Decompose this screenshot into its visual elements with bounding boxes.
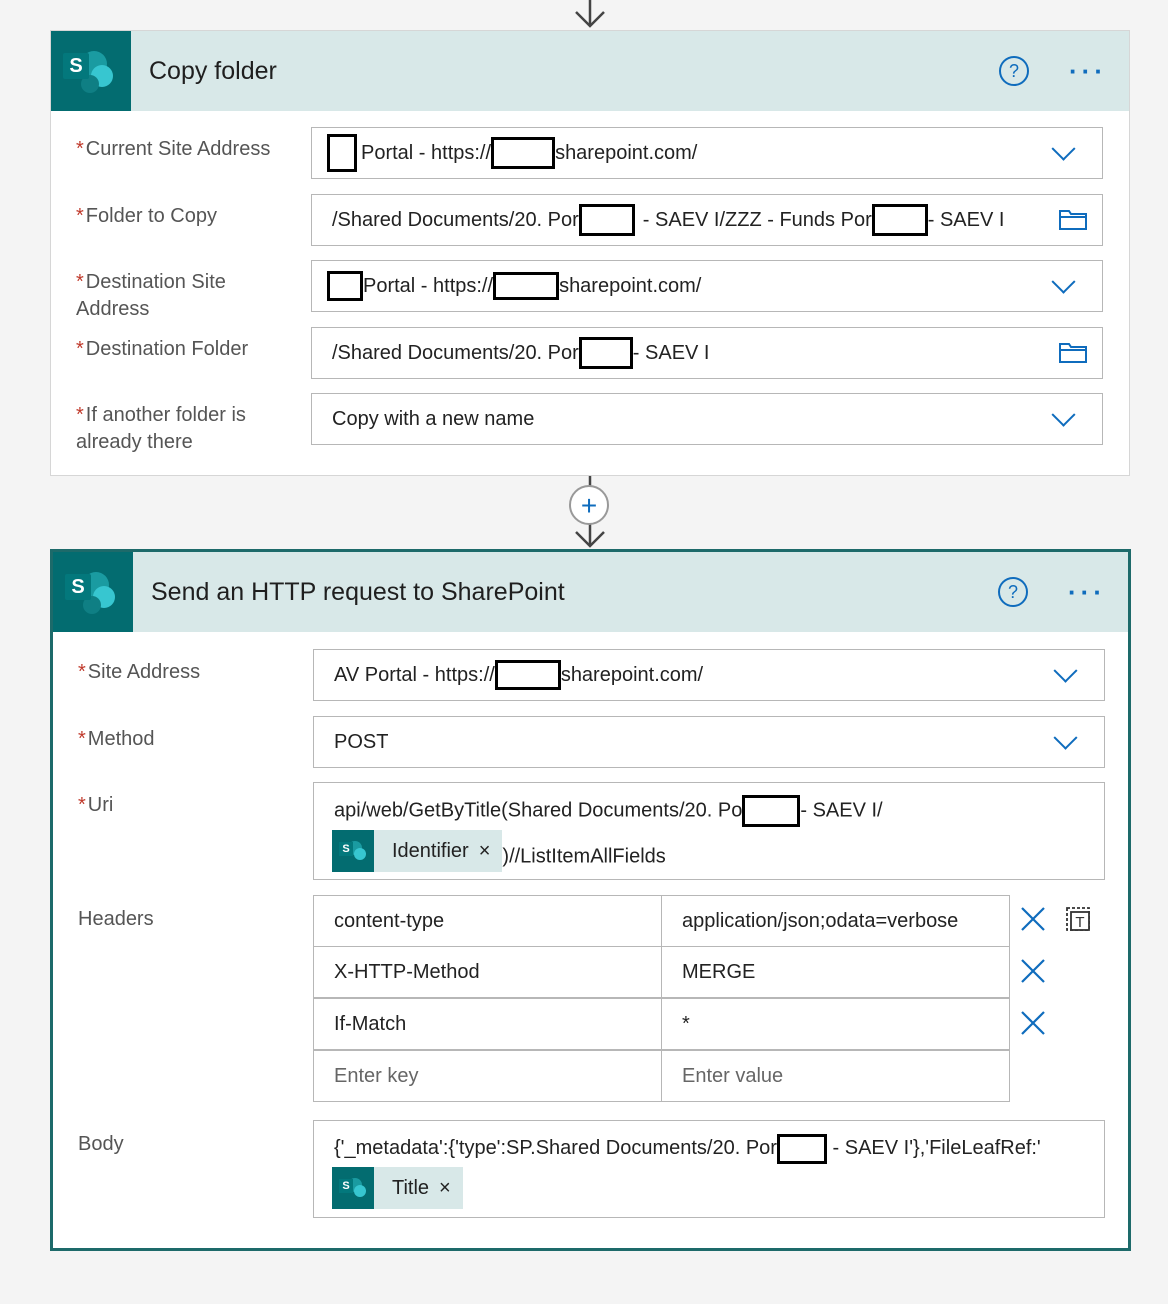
copy-folder-card[interactable]: S Copy folder ? ··· * Current Site Addres… (50, 30, 1130, 476)
redacted-box (742, 795, 801, 827)
folder-to-copy-input[interactable]: /Shared Documents/20. Por - SAEV I/ZZZ -… (311, 194, 1103, 246)
redacted-box (578, 337, 633, 369)
chevron-down-icon[interactable] (1051, 402, 1076, 427)
more-options-icon[interactable]: ··· (1068, 579, 1106, 605)
more-options-icon[interactable]: ··· (1069, 58, 1107, 84)
copy-folder-header[interactable]: S Copy folder ? ··· (51, 31, 1129, 111)
header-value-input[interactable]: MERGE (661, 946, 1010, 998)
redacted-box (493, 272, 560, 300)
delete-header-icon[interactable] (1020, 906, 1046, 932)
delete-header-icon[interactable] (1020, 958, 1046, 984)
header-key-placeholder-input[interactable]: Enter key (313, 1050, 662, 1102)
folder-to-copy-label: * Folder to Copy (76, 205, 217, 227)
folder-picker-icon[interactable] (1058, 208, 1088, 232)
redacted-box (491, 137, 556, 169)
chevron-down-icon[interactable] (1051, 136, 1076, 161)
chevron-down-icon[interactable] (1053, 725, 1078, 750)
help-icon[interactable]: ? (999, 56, 1030, 86)
header-value-input[interactable]: * (661, 998, 1010, 1050)
sharepoint-token-icon: S (332, 1167, 374, 1209)
http-request-card[interactable]: S Send an HTTP request to SharePoint ? ·… (50, 549, 1131, 1251)
remove-token-icon[interactable]: × (439, 1177, 463, 1200)
sharepoint-token-icon: S (332, 829, 374, 872)
identifier-token[interactable]: S Identifier × (332, 829, 503, 872)
add-step-button[interactable]: + (569, 485, 609, 525)
chevron-down-icon[interactable] (1053, 658, 1078, 683)
switch-to-text-mode-icon[interactable]: T (1065, 904, 1093, 932)
help-icon[interactable]: ? (998, 577, 1029, 607)
body-label: Body (78, 1133, 124, 1155)
method-label: * Method (78, 728, 155, 750)
redacted-box (494, 660, 561, 690)
svg-text:T: T (1075, 914, 1084, 931)
headers-label: Headers (78, 908, 154, 930)
uri-input[interactable]: api/web/GetByTitle(Shared Documents/20. … (313, 782, 1105, 880)
body-input[interactable]: {'_metadata':{'type':SP.Shared Documents… (313, 1120, 1105, 1218)
header-key-input[interactable]: content-type (313, 895, 662, 947)
header-key-input[interactable]: X-HTTP-Method (313, 946, 662, 998)
delete-header-icon[interactable] (1020, 1010, 1046, 1036)
connector-arrow-top (575, 0, 605, 28)
redacted-box (776, 1133, 827, 1164)
site-address-label: * Site Address (78, 661, 201, 683)
destination-site-address-dropdown[interactable]: Portal - https:// sharepoint.com/ (311, 260, 1103, 312)
method-dropdown[interactable]: POST (313, 716, 1105, 768)
card-title: Send an HTTP request to SharePoint (151, 577, 565, 606)
destination-folder-input[interactable]: /Shared Documents/20. Por - SAEV I (311, 327, 1103, 379)
sharepoint-logo-icon: S (53, 552, 133, 632)
site-address-dropdown[interactable]: AV Portal - https:// sharepoint.com/ (313, 649, 1105, 701)
remove-token-icon[interactable]: × (479, 830, 503, 872)
redacted-box (327, 271, 363, 301)
sharepoint-logo-icon: S (51, 31, 131, 111)
header-value-placeholder-input[interactable]: Enter value (661, 1050, 1010, 1102)
header-key-input[interactable]: If-Match (313, 998, 662, 1050)
header-value-input[interactable]: application/json;odata=verbose (661, 895, 1010, 947)
current-site-address-dropdown[interactable]: Portal - https:// sharepoint.com/ (311, 127, 1103, 179)
headers-table: content-type application/json;odata=verb… (313, 895, 1010, 1105)
destination-site-address-label: * Destination Site Address (76, 271, 226, 320)
redacted-box (578, 204, 635, 236)
folder-picker-icon[interactable] (1058, 341, 1088, 365)
if-folder-exists-dropdown[interactable]: Copy with a new name (311, 393, 1103, 445)
current-site-address-label: * Current Site Address (76, 138, 271, 160)
uri-label: * Uri (78, 794, 114, 816)
http-request-header[interactable]: S Send an HTTP request to SharePoint ? ·… (53, 552, 1128, 632)
if-folder-exists-label: * If another folder is already there (76, 404, 246, 453)
title-token[interactable]: S Title × (332, 1167, 463, 1209)
redacted-box (327, 134, 357, 172)
redacted-box (871, 204, 928, 236)
destination-folder-label: * Destination Folder (76, 338, 249, 360)
chevron-down-icon[interactable] (1051, 269, 1076, 294)
card-title: Copy folder (149, 56, 277, 85)
